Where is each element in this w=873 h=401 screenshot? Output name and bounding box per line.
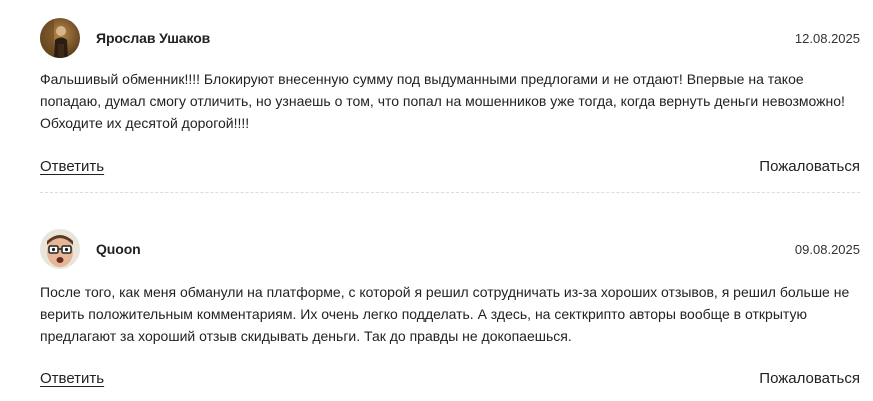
user-photo-icon (40, 229, 80, 269)
comment-divider (40, 192, 860, 193)
comment-actions: Ответить Пожаловаться (40, 370, 860, 392)
comment-item: Quoon 09.08.2025 После того, как меня об… (40, 229, 860, 387)
user-photo-icon (40, 18, 80, 58)
comment-text: Фальшивый обменник!!!! Блокируют внесенн… (40, 71, 845, 131)
comment-author: Quoon (96, 241, 141, 257)
reply-button[interactable]: Ответить (40, 158, 104, 175)
comment-date: 12.08.2025 (794, 31, 860, 46)
avatar[interactable] (40, 229, 80, 269)
comment-header: Ярослав Ушаков 12.08.2025 (40, 18, 860, 60)
comment-text: После того, как меня обманули на платфор… (40, 284, 850, 344)
reply-button[interactable]: Ответить (40, 370, 104, 387)
comment-actions: Ответить Пожаловаться (40, 158, 860, 180)
report-button[interactable]: Пожаловаться (759, 158, 860, 175)
comment-header: Quoon 09.08.2025 (40, 229, 860, 271)
comment-author: Ярослав Ушаков (96, 30, 211, 46)
comment-item: Ярослав Ушаков 12.08.2025 Фальшивый обме… (40, 18, 860, 175)
comment-date: 09.08.2025 (794, 242, 860, 257)
report-button[interactable]: Пожаловаться (759, 370, 860, 387)
avatar[interactable] (40, 18, 80, 58)
